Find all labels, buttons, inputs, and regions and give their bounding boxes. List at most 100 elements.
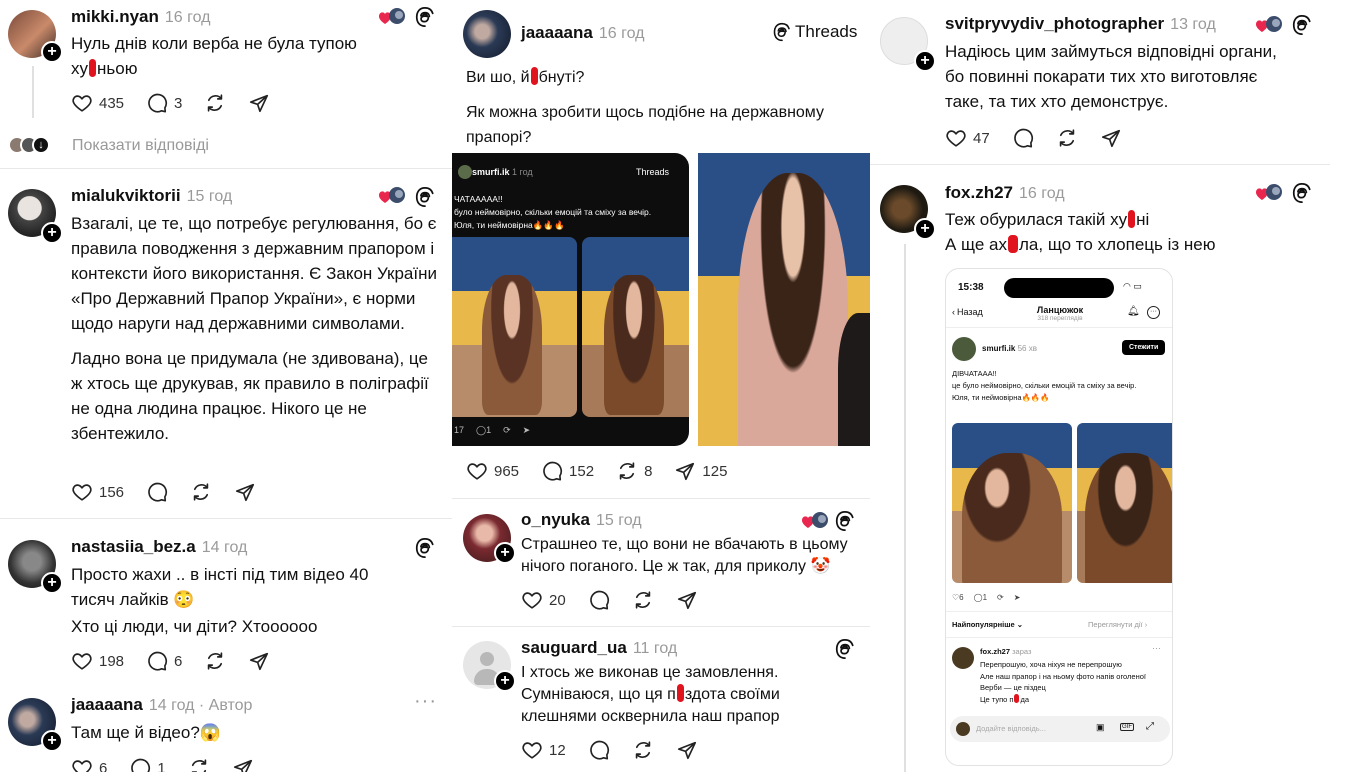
post-actions: 156 xyxy=(71,481,278,503)
threads-icon xyxy=(834,638,856,660)
follow-plus-icon[interactable]: + xyxy=(914,50,936,72)
divider xyxy=(452,498,870,499)
repost-button[interactable] xyxy=(204,92,226,114)
gif-icon[interactable]: GIF xyxy=(1120,723,1134,731)
follow-button[interactable]: Стежити xyxy=(1122,340,1166,355)
phone-photo xyxy=(1077,423,1172,583)
comment-icon xyxy=(146,481,168,503)
follow-plus-icon[interactable]: + xyxy=(494,542,516,564)
post-text: Надіюсь цим займуться відповідні органи,… xyxy=(945,42,1277,111)
username[interactable]: jaaaaana 16 год xyxy=(521,23,644,43)
phone-author-avatar[interactable] xyxy=(952,337,976,361)
more-options-icon[interactable]: ··· xyxy=(414,690,437,713)
repost-button[interactable] xyxy=(632,739,654,761)
share-icon xyxy=(234,481,256,503)
share-icon xyxy=(248,92,270,114)
phone-author[interactable]: smurfi.ik 56 хв xyxy=(982,344,1037,353)
comment-icon xyxy=(129,757,151,772)
expand-icon[interactable]: ⤢ xyxy=(1146,721,1154,732)
follow-plus-icon[interactable]: + xyxy=(41,730,63,752)
like-button[interactable]: 47 xyxy=(945,127,990,149)
share-button[interactable] xyxy=(676,739,698,761)
username[interactable]: mikki.nyan 16 год xyxy=(71,7,210,27)
username[interactable]: mialukviktorii 15 год xyxy=(71,186,232,206)
repost-icon xyxy=(1056,127,1078,149)
more-options-icon[interactable]: ··· xyxy=(1152,643,1161,653)
reply-input[interactable]: Додайте відповідь... ▣ GIF ⤢ xyxy=(950,716,1170,742)
share-button[interactable]: 125 xyxy=(674,460,727,482)
like-button[interactable]: 156 xyxy=(71,481,124,503)
username[interactable]: jaaaaana 14 год · Автор xyxy=(71,695,252,715)
share-button[interactable] xyxy=(232,757,254,772)
repost-button[interactable] xyxy=(204,650,226,672)
comment-button[interactable]: 6 xyxy=(146,650,182,672)
post-actions: 198 6 xyxy=(71,650,292,672)
bell-icon[interactable]: 🔔︎ xyxy=(1127,306,1140,317)
timestamp: 14 год xyxy=(201,539,248,556)
view-activity-link[interactable]: Переглянути дії › xyxy=(1088,620,1147,629)
comment-button[interactable] xyxy=(588,589,610,611)
liked-by-badge-icon xyxy=(1254,183,1284,203)
follow-plus-icon[interactable]: + xyxy=(914,218,936,240)
threads-icon xyxy=(834,510,856,532)
repost-button[interactable] xyxy=(1056,127,1078,149)
like-button[interactable]: 198 xyxy=(71,650,124,672)
username[interactable]: sauguard_ua 11 год xyxy=(521,638,677,658)
repost-icon xyxy=(632,589,654,611)
embed-text: ЧАТААААА!! було неймовірно, скільки емоці… xyxy=(454,194,652,230)
share-button[interactable] xyxy=(676,589,698,611)
back-button[interactable]: ‹ Назад xyxy=(952,307,983,317)
share-button[interactable] xyxy=(234,481,256,503)
image-icon[interactable]: ▣ xyxy=(1096,722,1105,733)
more-circle-icon[interactable]: ··· xyxy=(1147,306,1160,319)
username[interactable]: fox.zh27 16 год xyxy=(945,183,1065,203)
embedded-photo-flag[interactable] xyxy=(698,153,870,446)
embedded-screenshot[interactable]: smurfi.ik 1 год Threads ЧАТААААА!! було н… xyxy=(452,153,689,446)
redaction-mark xyxy=(530,67,538,85)
comment-button[interactable] xyxy=(1012,127,1034,149)
username[interactable]: o_nyuka 15 год xyxy=(521,510,642,530)
like-button[interactable]: 435 xyxy=(71,92,124,114)
repost-button[interactable] xyxy=(190,481,212,503)
phone-reply-user[interactable]: fox.zh27 зараз xyxy=(980,647,1031,656)
repost-button[interactable] xyxy=(188,757,210,772)
sort-dropdown[interactable]: Найпопулярніше ⌄ xyxy=(952,620,1023,629)
comment-button[interactable] xyxy=(146,481,168,503)
thread-line xyxy=(32,66,34,118)
comment-icon xyxy=(1012,127,1034,149)
phone-reply-avatar[interactable] xyxy=(952,647,974,669)
heart-icon xyxy=(71,481,93,503)
like-button[interactable]: 965 xyxy=(466,460,519,482)
avatar-jaaaaana[interactable] xyxy=(463,10,511,58)
timestamp: 16 год xyxy=(598,25,645,42)
username[interactable]: svitpryvydiv_photographer 13 год xyxy=(945,14,1216,34)
share-button[interactable] xyxy=(248,650,270,672)
heart-icon xyxy=(521,589,543,611)
divider xyxy=(0,518,452,519)
post-actions: 47 xyxy=(945,127,1144,149)
embed-photo xyxy=(452,237,577,417)
threads-icon xyxy=(1291,182,1313,204)
comment-button[interactable] xyxy=(588,739,610,761)
like-button[interactable]: 12 xyxy=(521,739,566,761)
status-icons: ◠ ▭ xyxy=(1123,281,1142,291)
comment-button[interactable]: 1 xyxy=(129,757,166,772)
follow-plus-icon[interactable]: + xyxy=(41,41,63,63)
embed-brand: Threads xyxy=(636,167,670,177)
username[interactable]: nastasiia_bez.a 14 год xyxy=(71,537,247,557)
liked-by-badge-icon xyxy=(800,511,830,531)
show-replies-link[interactable]: Показати відповіді xyxy=(72,137,209,155)
like-button[interactable]: 20 xyxy=(521,589,566,611)
like-button[interactable]: 6 xyxy=(71,757,107,772)
share-button[interactable] xyxy=(248,92,270,114)
repost-button[interactable]: 8 xyxy=(616,460,652,482)
comment-button[interactable]: 152 xyxy=(541,460,594,482)
post-text: Теж обурилася такій ху ні А ще ах ла, що т… xyxy=(945,210,1216,254)
share-button[interactable] xyxy=(1100,127,1122,149)
follow-plus-icon[interactable]: + xyxy=(494,670,516,692)
comment-button[interactable]: 3 xyxy=(146,92,182,114)
repost-button[interactable] xyxy=(632,589,654,611)
phone-screenshot[interactable]: 15:38 ◠ ▭ ‹ Назад Ланцюжок 318 переглядів… xyxy=(945,268,1173,766)
follow-plus-icon[interactable]: + xyxy=(41,572,63,594)
follow-plus-icon[interactable]: + xyxy=(41,222,63,244)
